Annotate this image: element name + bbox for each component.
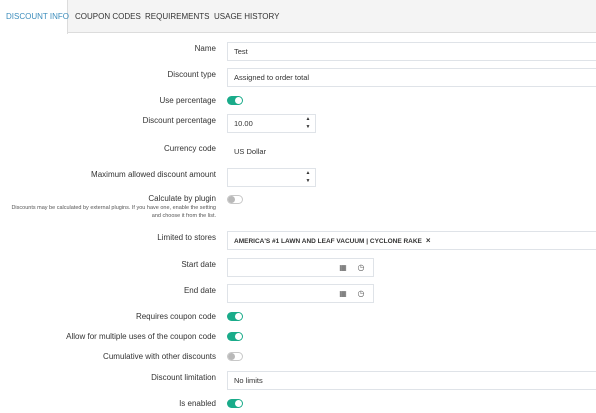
toggle-knob — [235, 400, 242, 407]
toggle-knob — [235, 97, 242, 104]
multiple-uses-toggle[interactable] — [227, 332, 243, 341]
discount-limitation-select[interactable]: No limits — [227, 371, 596, 390]
clock-icon[interactable]: ◷ — [356, 289, 366, 299]
max-discount-spinner: ▲ ▼ — [301, 169, 315, 186]
currency-code-value: US Dollar — [227, 142, 596, 161]
store-tag-label: AMERICA'S #1 LAWN AND LEAF VACUUM | CYCL… — [234, 238, 422, 245]
remove-tag-icon[interactable]: × — [426, 236, 431, 245]
use-percentage-toggle[interactable] — [227, 96, 243, 105]
requires-coupon-code-toggle[interactable] — [227, 312, 243, 321]
is-enabled-toggle[interactable] — [227, 399, 243, 408]
end-date-input[interactable]: ▦ ◷ — [227, 284, 374, 303]
multiple-uses-label: Allow for multiple uses of the coupon co… — [66, 332, 216, 341]
tab-bar: Discount info Coupon codes Requirements … — [0, 0, 596, 34]
max-discount-label: Maximum allowed discount amount — [91, 170, 216, 179]
is-enabled-label: Is enabled — [179, 399, 216, 408]
name-input[interactable]: Test — [227, 42, 596, 61]
name-label: Name — [194, 44, 216, 53]
start-date-input[interactable]: ▦ ◷ — [227, 258, 374, 277]
tab-requirements[interactable]: Requirements — [145, 0, 209, 33]
discount-limitation-label: Discount limitation — [151, 373, 216, 382]
discount-percentage-spinner: ▲ ▼ — [301, 115, 315, 132]
tab-usage-history[interactable]: Usage history — [214, 0, 280, 33]
store-tag: AMERICA'S #1 LAWN AND LEAF VACUUM | CYCL… — [234, 235, 431, 247]
limited-to-stores-label: Limited to stores — [157, 233, 216, 242]
end-date-label: End date — [183, 286, 216, 295]
spin-down-icon[interactable]: ▼ — [301, 177, 315, 185]
discount-percentage-label: Discount percentage — [142, 116, 216, 125]
toggle-knob — [228, 196, 235, 203]
spin-up-icon[interactable]: ▲ — [301, 115, 315, 123]
spin-down-icon[interactable]: ▼ — [301, 123, 315, 131]
calculate-by-plugin-label: Calculate by plugin — [148, 194, 216, 203]
calculate-by-plugin-toggle[interactable] — [227, 195, 243, 204]
toggle-knob — [228, 353, 235, 360]
cumulative-toggle[interactable] — [227, 352, 243, 361]
calendar-icon[interactable]: ▦ — [338, 289, 348, 299]
toggle-knob — [235, 313, 242, 320]
cumulative-label: Cumulative with other discounts — [103, 352, 216, 361]
discount-percentage-input[interactable]: 10.00 ▲ ▼ — [227, 114, 316, 133]
discount-type-label: Discount type — [167, 70, 216, 79]
currency-code-label: Currency code — [163, 144, 216, 153]
use-percentage-label: Use percentage — [159, 96, 216, 105]
tab-discount-info[interactable]: Discount info — [0, 0, 69, 34]
toggle-knob — [235, 333, 242, 340]
start-date-label: Start date — [181, 260, 216, 269]
calendar-icon[interactable]: ▦ — [338, 263, 348, 273]
discount-percentage-value: 10.00 — [234, 119, 253, 128]
calculate-by-plugin-hint: Discounts may be calculated by external … — [11, 205, 216, 219]
clock-icon[interactable]: ◷ — [356, 263, 366, 273]
requires-coupon-code-label: Requires coupon code — [135, 312, 216, 321]
tab-coupon-codes[interactable]: Coupon codes — [75, 0, 141, 33]
limited-to-stores-select[interactable]: AMERICA'S #1 LAWN AND LEAF VACUUM | CYCL… — [227, 231, 596, 250]
spin-up-icon[interactable]: ▲ — [301, 169, 315, 177]
max-discount-input[interactable]: ▲ ▼ — [227, 168, 316, 187]
discount-type-select[interactable]: Assigned to order total — [227, 68, 596, 87]
